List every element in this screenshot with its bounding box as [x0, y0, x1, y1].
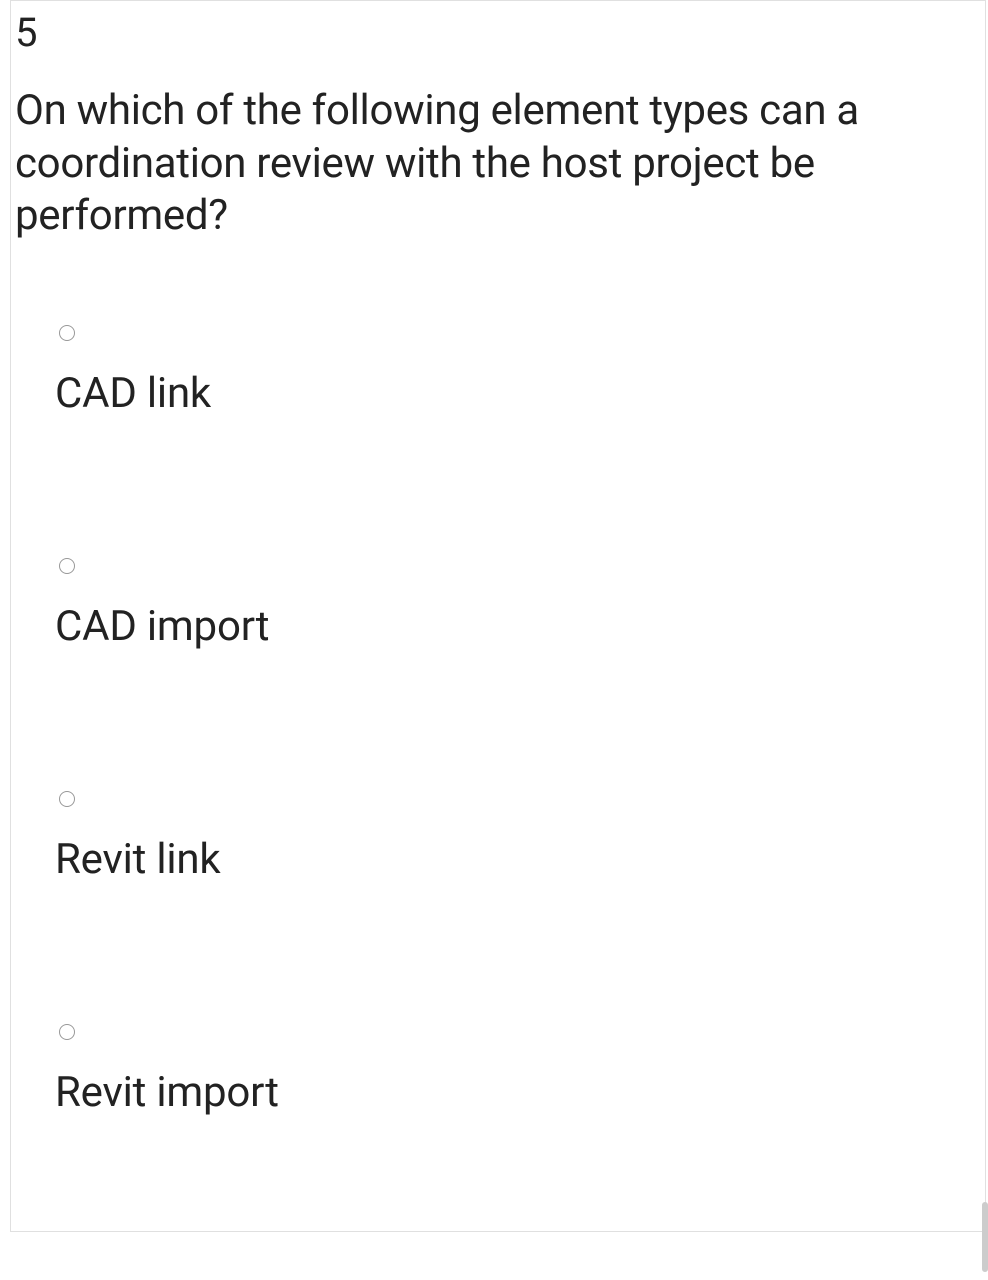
option-revit-link: Revit link: [55, 791, 985, 884]
option-label: Revit link: [55, 807, 985, 884]
option-cad-import: CAD import: [55, 558, 985, 651]
option-cad-link: CAD link: [55, 325, 985, 418]
option-label: CAD link: [55, 341, 985, 418]
options-list: CAD link CAD import Revit link Revit imp…: [11, 243, 985, 1117]
question-container: 5 On which of the following element type…: [10, 0, 986, 1232]
option-revit-import: Revit import: [55, 1024, 985, 1117]
question-text: On which of the following element types …: [11, 57, 985, 243]
option-label: Revit import: [55, 1040, 985, 1117]
radio-revit-link[interactable]: [59, 791, 75, 807]
question-number: 5: [11, 1, 985, 57]
option-label: CAD import: [55, 574, 985, 651]
radio-revit-import[interactable]: [59, 1024, 75, 1040]
scrollbar-thumb[interactable]: [982, 1202, 988, 1272]
radio-cad-link[interactable]: [59, 325, 75, 341]
radio-cad-import[interactable]: [59, 558, 75, 574]
